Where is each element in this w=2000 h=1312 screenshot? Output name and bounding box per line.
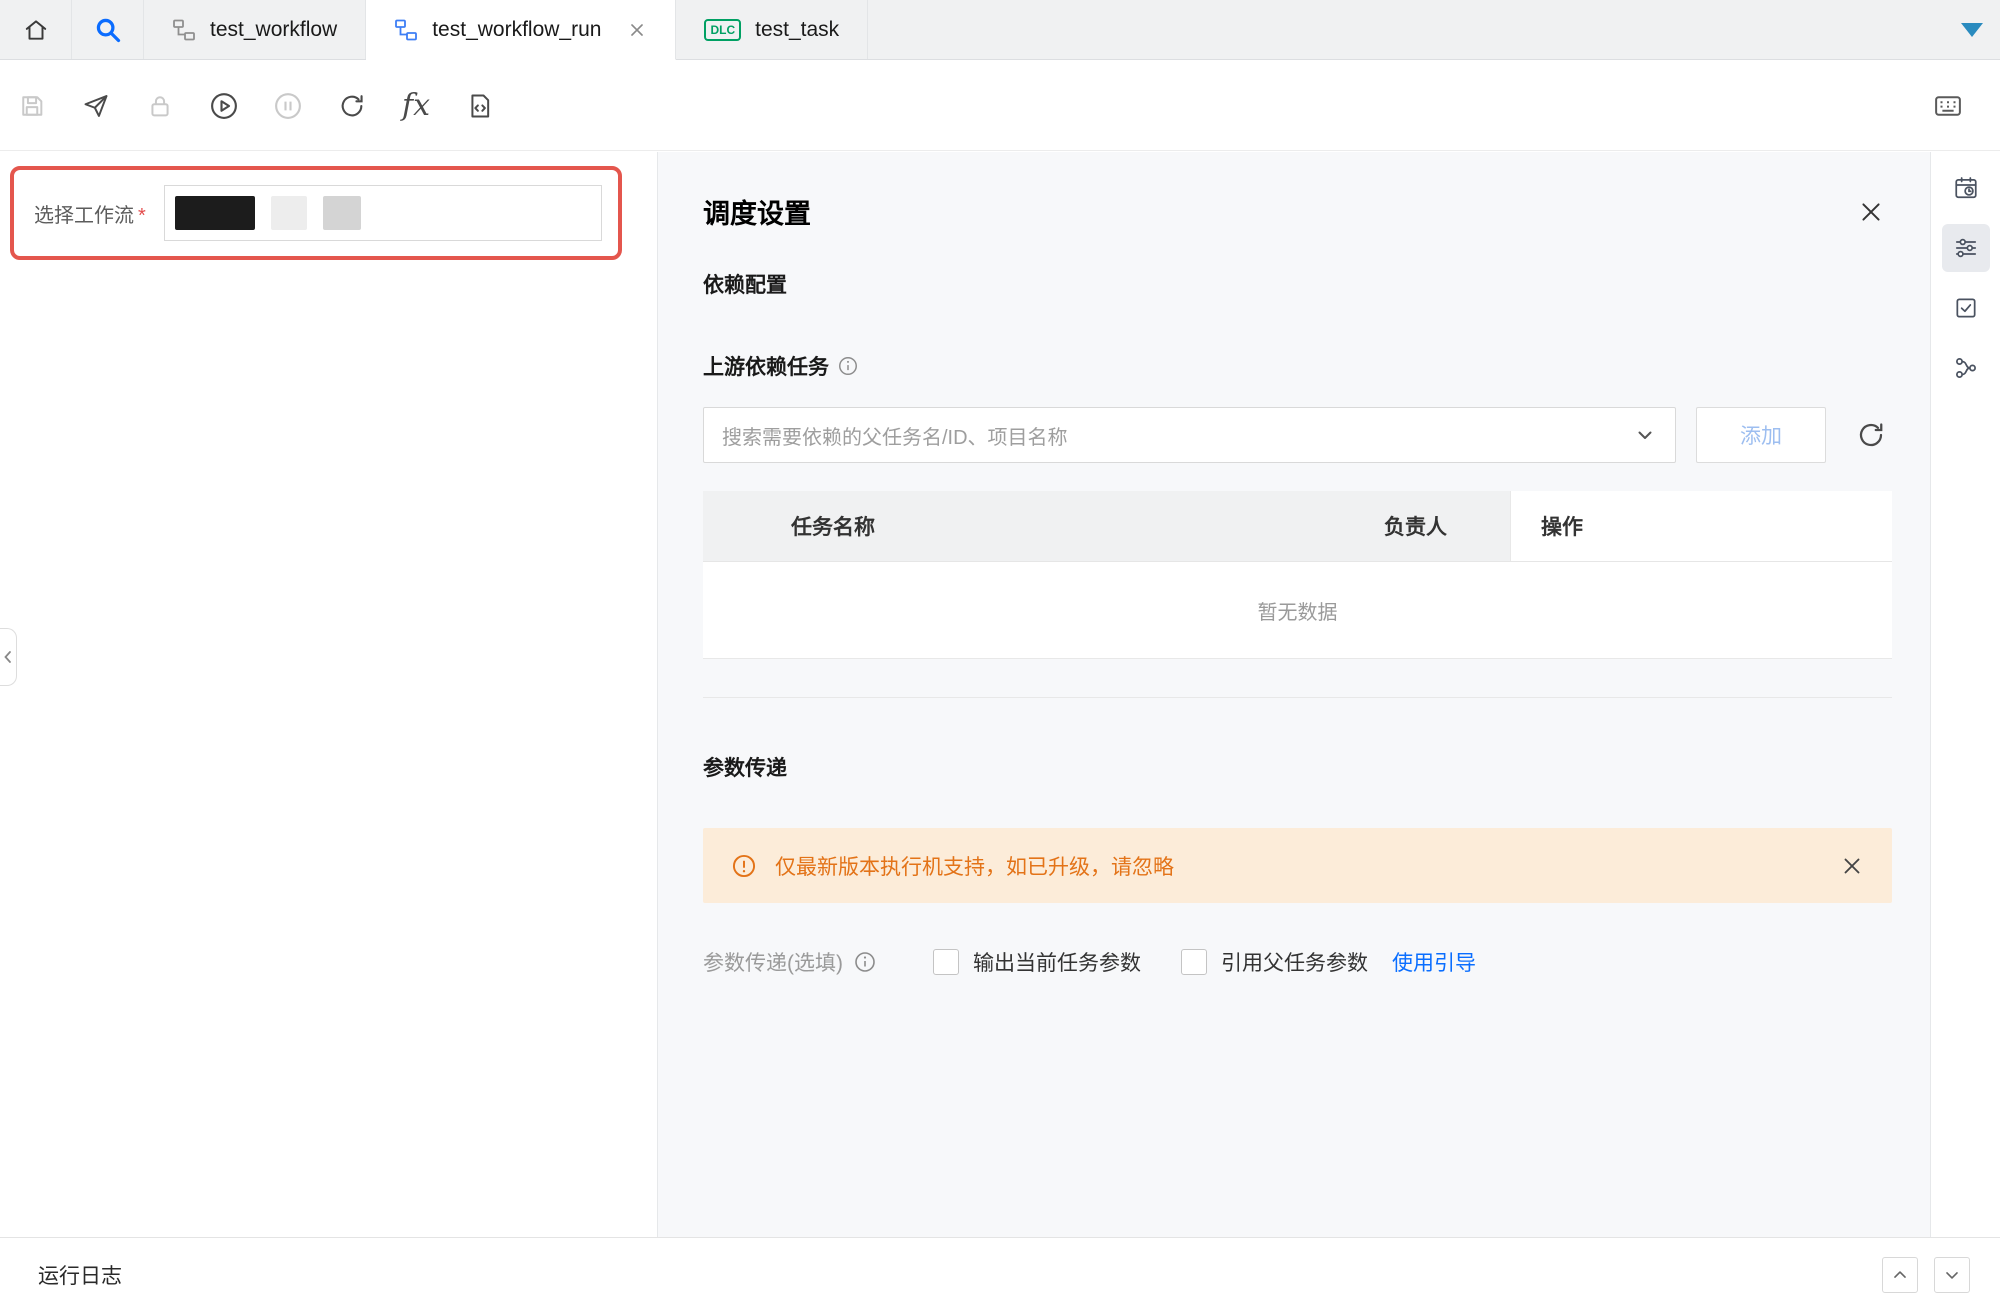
dlc-icon: DLC (704, 19, 741, 41)
table-empty-state: 暂无数据 (703, 562, 1892, 659)
column-task-name: 任务名称 (703, 491, 1370, 561)
rail-schedule-calendar-button[interactable] (1942, 164, 1990, 212)
params-optional-label: 参数传递(选填) (703, 947, 843, 977)
box-check-icon (1953, 295, 1979, 321)
sliders-icon (1953, 235, 1979, 261)
code-file-button[interactable] (448, 74, 512, 138)
rail-task-check-button[interactable] (1942, 284, 1990, 332)
dependency-table: 任务名称 负责人 操作 暂无数据 (703, 491, 1892, 659)
tab-bar: test_workflow test_workflow_run DLC test… (0, 0, 2000, 60)
output-params-label: 输出当前任务参数 (973, 947, 1141, 977)
search-icon (94, 16, 122, 44)
upstream-tasks-label: 上游依赖任务 (703, 351, 829, 381)
tab-label: test_workflow_run (432, 18, 601, 42)
expand-log-button[interactable] (1882, 1257, 1918, 1293)
ref-parent-params-checkbox[interactable] (1181, 949, 1207, 975)
version-warning-banner: 仅最新版本执行机支持，如已升级，请忽略 (703, 828, 1892, 903)
rail-lineage-button[interactable] (1942, 344, 1990, 392)
collapse-log-button[interactable] (1934, 1257, 1970, 1293)
redacted-text-block (323, 196, 361, 230)
editor-toolbar: fx (0, 61, 2000, 151)
workflow-select-input[interactable] (164, 185, 602, 241)
column-action: 操作 (1510, 491, 1892, 561)
main-area: 选择工作流* 调度设置 依赖配置 上游依赖任务 (0, 152, 2000, 1237)
run-button[interactable] (192, 74, 256, 138)
tab-label: test_workflow (210, 18, 337, 42)
add-button[interactable]: 添加 (1696, 407, 1826, 463)
warning-text: 仅最新版本执行机支持，如已升级，请忽略 (775, 851, 1174, 881)
search-placeholder: 搜索需要依赖的父任务名/ID、项目名称 (722, 421, 1068, 450)
chevron-down-icon (1942, 1265, 1962, 1285)
search-button[interactable] (72, 0, 144, 59)
lineage-icon (1953, 355, 1979, 381)
right-icon-rail (1931, 152, 2000, 1237)
close-tab-icon[interactable] (627, 20, 647, 40)
redacted-text-block (271, 196, 307, 230)
refresh-list-button[interactable] (1856, 420, 1886, 450)
table-header: 任务名称 负责人 操作 (703, 491, 1892, 562)
chevron-up-icon (1890, 1265, 1910, 1285)
info-icon[interactable] (837, 355, 859, 377)
workflow-select-label: 选择工作流* (34, 199, 146, 228)
home-button[interactable] (0, 0, 72, 59)
close-icon (1840, 854, 1864, 878)
schedule-settings-panel: 调度设置 依赖配置 上游依赖任务 搜索需要依赖的父任务名/ID、项目名称 (658, 152, 1931, 1237)
lock-button[interactable] (128, 74, 192, 138)
pause-button[interactable] (256, 74, 320, 138)
parent-task-search-select[interactable]: 搜索需要依赖的父任务名/ID、项目名称 (703, 407, 1676, 463)
function-icon: fx (402, 88, 430, 123)
function-button[interactable]: fx (384, 74, 448, 138)
collapse-panel-handle[interactable] (0, 628, 17, 686)
workflow-canvas: 选择工作流* (0, 152, 658, 1237)
submit-button[interactable] (64, 74, 128, 138)
chevron-down-icon (1633, 423, 1657, 447)
refresh-icon (338, 92, 366, 120)
workflow-icon (172, 18, 196, 42)
column-owner: 负责人 (1370, 491, 1510, 561)
chevron-left-icon (2, 649, 14, 665)
lock-icon (146, 92, 174, 120)
shortcut-panel-button[interactable] (1916, 74, 1980, 138)
close-icon (1858, 199, 1884, 225)
submit-icon (82, 92, 110, 120)
required-asterisk: * (138, 205, 146, 227)
dependency-section-title: 依赖配置 (703, 269, 1892, 299)
pause-icon (273, 91, 303, 121)
app-window: test_workflow test_workflow_run DLC test… (0, 0, 2000, 1312)
close-panel-button[interactable] (1858, 199, 1884, 225)
dropdown-triangle-icon (1961, 23, 1983, 37)
shortcut-grid-icon (1933, 91, 1963, 121)
tab-label: test_task (755, 18, 839, 42)
run-log-bar: 运行日志 (0, 1237, 2000, 1312)
save-button[interactable] (0, 74, 64, 138)
workflow-select-highlight: 选择工作流* (10, 166, 622, 260)
section-divider (703, 697, 1892, 698)
params-section-title: 参数传递 (703, 752, 1892, 782)
usage-guide-link[interactable]: 使用引导 (1392, 947, 1476, 977)
warning-icon (731, 853, 757, 879)
output-params-checkbox[interactable] (933, 949, 959, 975)
tab-overflow-button[interactable] (1944, 0, 2000, 59)
run-log-label[interactable]: 运行日志 (38, 1260, 122, 1290)
redacted-text-block (175, 196, 255, 230)
home-icon (23, 17, 49, 43)
refresh-button[interactable] (320, 74, 384, 138)
info-icon[interactable] (853, 950, 877, 974)
tab-test-workflow[interactable]: test_workflow (144, 0, 366, 59)
refresh-icon (1856, 420, 1886, 450)
calendar-clock-icon (1953, 175, 1979, 201)
ref-parent-params-label: 引用父任务参数 (1221, 947, 1368, 977)
tab-bar-spacer (868, 0, 1944, 59)
panel-title: 调度设置 (703, 192, 811, 231)
dismiss-warning-button[interactable] (1840, 854, 1864, 878)
run-icon (209, 91, 239, 121)
rail-scheduling-settings-button[interactable] (1942, 224, 1990, 272)
tab-test-task[interactable]: DLC test_task (676, 0, 868, 59)
save-icon (18, 92, 46, 120)
code-file-icon (466, 92, 494, 120)
workflow-run-icon (394, 18, 418, 42)
tab-test-workflow-run[interactable]: test_workflow_run (366, 0, 676, 60)
